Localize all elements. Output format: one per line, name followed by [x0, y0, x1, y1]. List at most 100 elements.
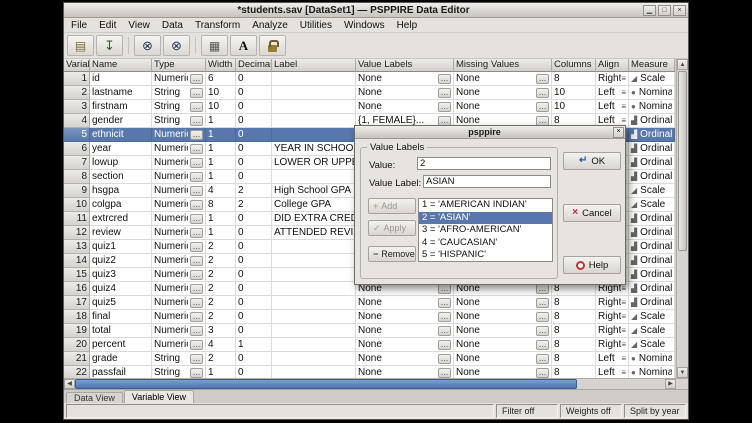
cell-decimals[interactable]: 0 — [236, 212, 272, 226]
tab-variable-view[interactable]: Variable View — [124, 390, 194, 403]
menu-analyze[interactable]: Analyze — [246, 19, 294, 32]
cell-type-ellipsis-button[interactable]: … — [190, 172, 203, 182]
cell-type[interactable]: Numeric… — [152, 128, 206, 142]
cell-type-ellipsis-button[interactable]: … — [190, 354, 203, 364]
horizontal-scroll-thumb[interactable] — [75, 379, 577, 389]
cell-width[interactable]: 1 — [206, 226, 236, 240]
cell-type-ellipsis-button[interactable]: … — [190, 158, 203, 168]
column-header-label[interactable]: Label — [272, 59, 356, 72]
cell-align[interactable]: Right≡ — [596, 310, 629, 324]
cell-decimals[interactable]: 2 — [236, 184, 272, 198]
cell-width[interactable]: 1 — [206, 156, 236, 170]
cell-measure[interactable]: ▟Ordinal — [629, 282, 675, 296]
cell-type-ellipsis-button[interactable]: … — [190, 312, 203, 322]
cell-type[interactable]: Numeric… — [152, 296, 206, 310]
cell-width[interactable]: 10 — [206, 100, 236, 114]
cell-columns[interactable]: 8 — [552, 366, 596, 378]
cell-value-labels[interactable]: None… — [356, 310, 454, 324]
cell-label[interactable]: ATTENDED REVIEW SES — [272, 226, 356, 240]
cell-columns[interactable]: 10 — [552, 100, 596, 114]
scroll-down-button[interactable]: ▼ — [677, 367, 688, 378]
cell-type[interactable]: Numeric… — [152, 170, 206, 184]
cell-name[interactable]: ethnicit — [90, 128, 152, 142]
cell-name[interactable]: extrcred — [90, 212, 152, 226]
cell-label[interactable] — [272, 114, 356, 128]
cell-missing-values-ellipsis-button[interactable]: … — [536, 284, 549, 294]
scroll-left-button[interactable]: ◀ — [64, 379, 75, 389]
cell-label[interactable] — [272, 366, 356, 378]
cell-value-labels[interactable]: None… — [356, 352, 454, 366]
cell-value-labels-ellipsis-button[interactable]: … — [438, 340, 451, 350]
cell-type[interactable]: String… — [152, 86, 206, 100]
cell-value-labels-ellipsis-button[interactable]: … — [438, 88, 451, 98]
cancel-button[interactable]: × Cancel — [563, 204, 621, 222]
column-header-type[interactable]: Type — [152, 59, 206, 72]
cell-type[interactable]: Numeric… — [152, 198, 206, 212]
ok-button[interactable]: ↵ OK — [563, 152, 621, 170]
row-number[interactable]: 21 — [64, 352, 90, 366]
column-header-name[interactable]: Name — [90, 59, 152, 72]
row-number[interactable]: 3 — [64, 100, 90, 114]
row-number[interactable]: 13 — [64, 240, 90, 254]
cell-type-ellipsis-button[interactable]: … — [190, 340, 203, 350]
cell-decimals[interactable]: 0 — [236, 268, 272, 282]
cell-measure[interactable]: ◢Scale — [629, 184, 675, 198]
horizontal-scrollbar[interactable]: ◀ ▶ — [64, 378, 688, 389]
cell-decimals[interactable]: 0 — [236, 296, 272, 310]
cell-width[interactable]: 6 — [206, 72, 236, 86]
cell-type-ellipsis-button[interactable]: … — [190, 116, 203, 126]
cell-type-ellipsis-button[interactable]: … — [190, 242, 203, 252]
cell-width[interactable]: 2 — [206, 240, 236, 254]
cell-measure[interactable]: ●Nominal — [629, 86, 675, 100]
cell-type-ellipsis-button[interactable]: … — [190, 256, 203, 266]
cell-missing-values[interactable]: None… — [454, 310, 552, 324]
cell-label[interactable]: College GPA — [272, 198, 356, 212]
apply-button[interactable]: ✓ Apply — [368, 220, 416, 236]
menu-view[interactable]: View — [122, 19, 156, 32]
cell-type-ellipsis-button[interactable]: … — [190, 102, 203, 112]
row-number[interactable]: 7 — [64, 156, 90, 170]
save-button[interactable]: ↧ — [96, 35, 123, 56]
cell-decimals[interactable]: 0 — [236, 128, 272, 142]
insert-variable-button[interactable]: ▦ — [201, 35, 228, 56]
cell-missing-values[interactable]: None… — [454, 296, 552, 310]
cell-name[interactable]: hsgpa — [90, 184, 152, 198]
cell-missing-values[interactable]: None… — [454, 366, 552, 378]
vertical-scrollbar[interactable]: ▲ ▼ — [676, 59, 688, 378]
row-number[interactable]: 11 — [64, 212, 90, 226]
cell-decimals[interactable]: 0 — [236, 100, 272, 114]
column-header-align[interactable]: Align — [596, 59, 629, 72]
cell-measure[interactable]: ▟Ordinal — [629, 170, 675, 184]
row-number[interactable]: 10 — [64, 198, 90, 212]
row-number[interactable]: 20 — [64, 338, 90, 352]
menu-transform[interactable]: Transform — [189, 19, 246, 32]
cell-value-labels[interactable]: None… — [356, 296, 454, 310]
row-number[interactable]: 19 — [64, 324, 90, 338]
lock-button[interactable] — [259, 35, 286, 56]
tab-data-view[interactable]: Data View — [66, 392, 123, 403]
cell-type[interactable]: Numeric… — [152, 142, 206, 156]
cell-width[interactable]: 2 — [206, 254, 236, 268]
cell-width[interactable]: 1 — [206, 128, 236, 142]
cell-width[interactable]: 1 — [206, 142, 236, 156]
row-number[interactable]: 9 — [64, 184, 90, 198]
cell-value-labels-ellipsis-button[interactable]: … — [438, 74, 451, 84]
add-button[interactable]: + Add — [368, 198, 416, 214]
cell-decimals[interactable]: 1 — [236, 338, 272, 352]
value-label-item[interactable]: 2 = 'ASIAN' — [419, 212, 552, 225]
cell-width[interactable]: 10 — [206, 86, 236, 100]
cell-width[interactable]: 4 — [206, 338, 236, 352]
cell-value-labels[interactable]: None… — [356, 100, 454, 114]
cell-name[interactable]: quiz3 — [90, 268, 152, 282]
scroll-up-button[interactable]: ▲ — [677, 59, 688, 70]
cell-label[interactable] — [272, 128, 356, 142]
cell-name[interactable]: quiz4 — [90, 282, 152, 296]
vertical-scroll-thumb[interactable] — [678, 71, 687, 251]
cell-measure[interactable]: ▟Ordinal — [629, 254, 675, 268]
cell-decimals[interactable]: 0 — [236, 226, 272, 240]
cell-decimals[interactable]: 0 — [236, 240, 272, 254]
cell-name[interactable]: section — [90, 170, 152, 184]
cell-decimals[interactable]: 0 — [236, 170, 272, 184]
menu-windows[interactable]: Windows — [338, 19, 391, 32]
cell-missing-values[interactable]: None… — [454, 352, 552, 366]
